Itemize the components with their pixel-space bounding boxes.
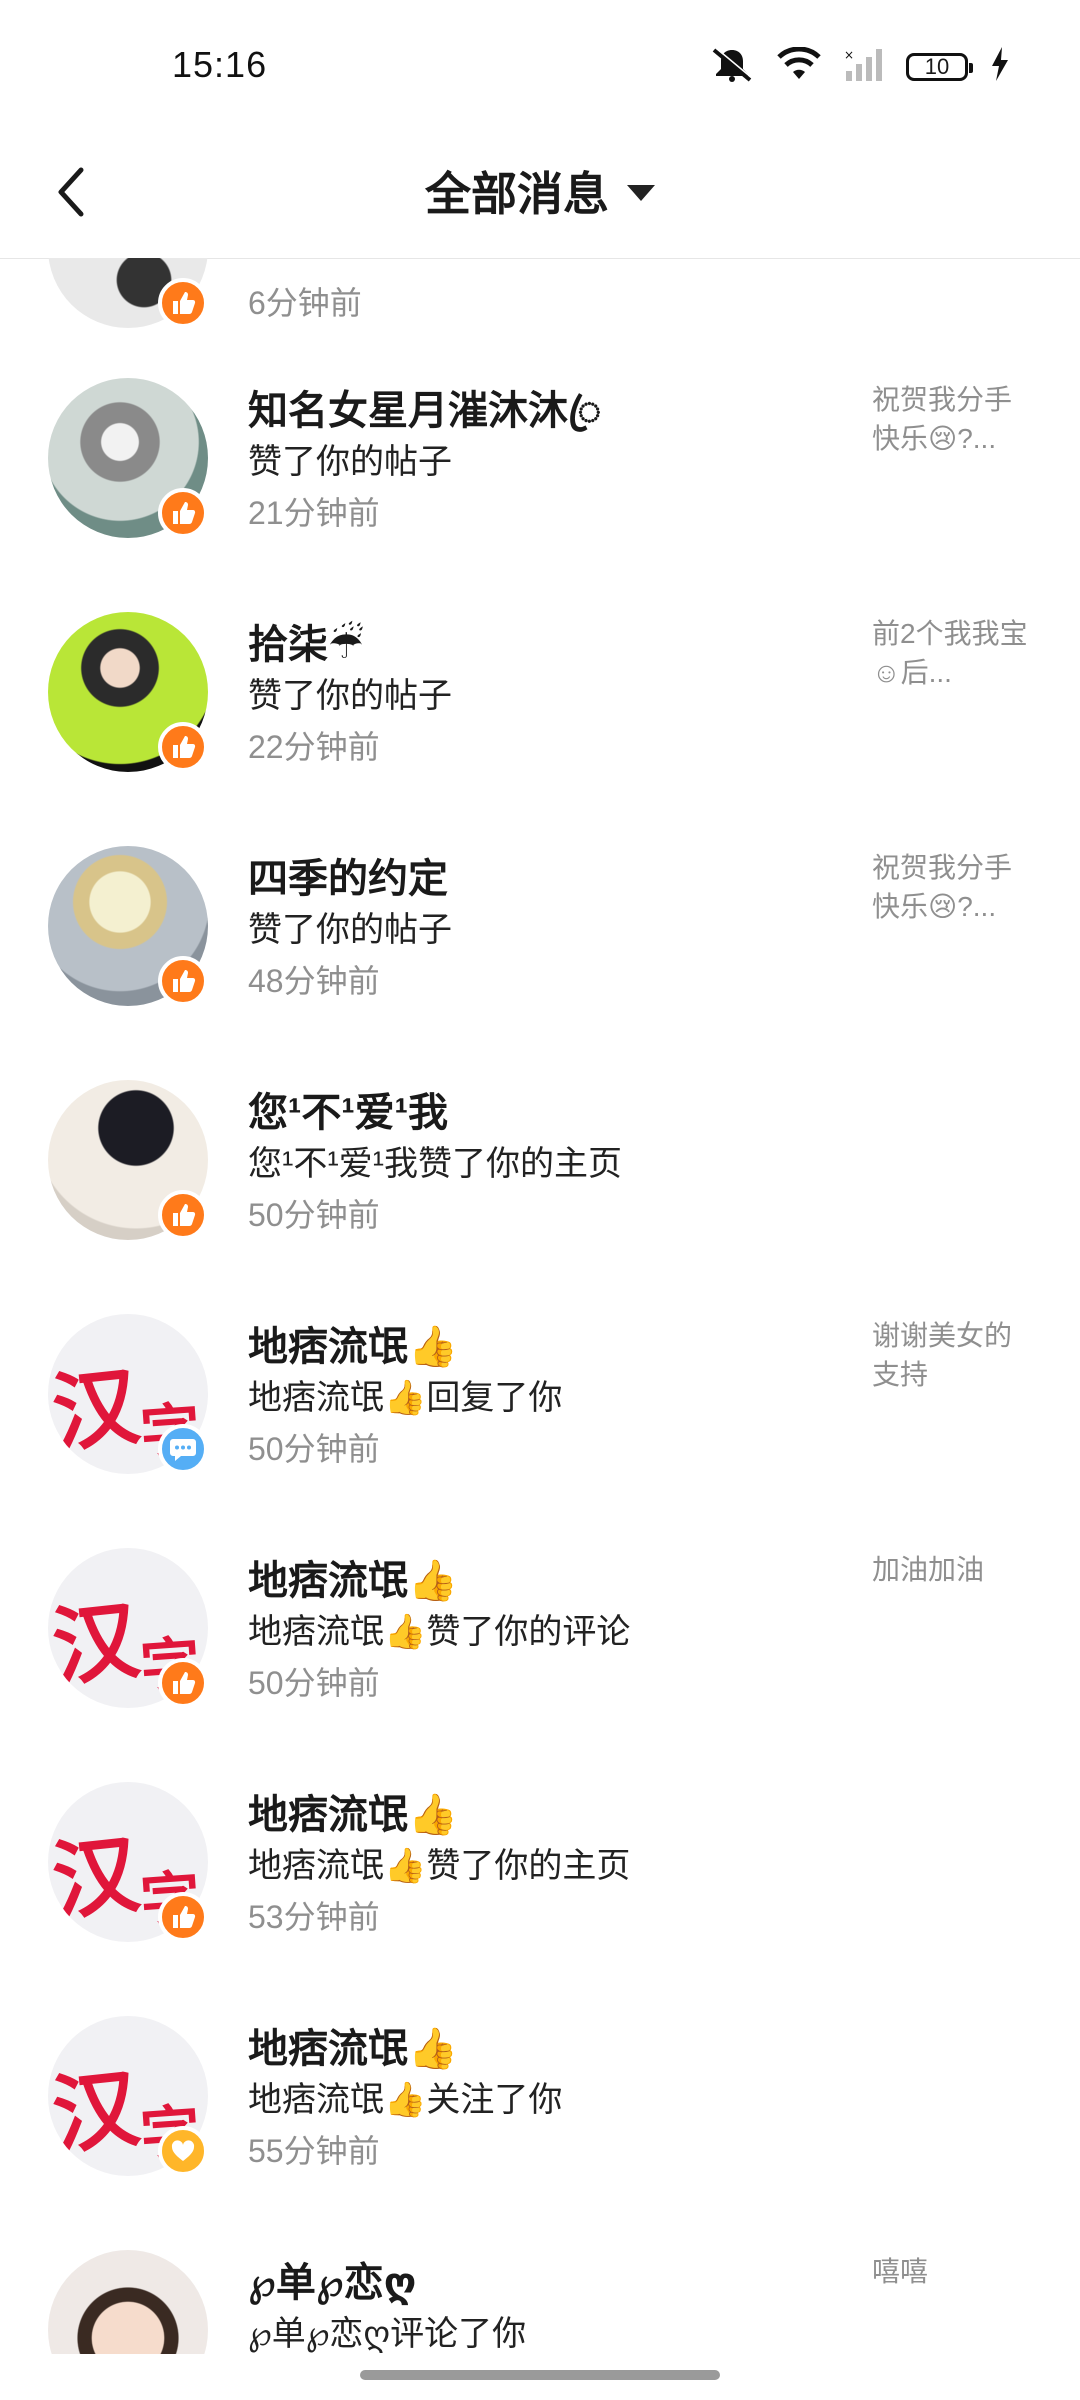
sender-name: 四季的约定: [248, 857, 448, 901]
header-bar: 全部消息: [0, 130, 1080, 259]
message-time: 48分钟前: [248, 963, 380, 999]
message-preview: 祝贺我分手快乐😢?...: [872, 852, 1013, 922]
message-item[interactable]: ℘单℘恋ღ ℘单℘恋ღ评论了你 嘻嘻: [0, 2250, 1080, 2354]
avatar-hanzi: 汉: [48, 1355, 144, 1466]
message-action: ℘单℘恋ღ评论了你: [248, 2315, 527, 2353]
status-icons: × 10: [710, 46, 1010, 87]
sender-name: 您¹不¹爱¹我: [248, 1091, 448, 1135]
message-preview: 谢谢美女的支持: [872, 1320, 1013, 1390]
wifi-icon: [776, 46, 822, 86]
like-badge-icon: [158, 1190, 208, 1240]
message-filter-dropdown[interactable]: 全部消息: [0, 158, 1080, 224]
avatar-hanzi: 汉: [48, 1589, 144, 1700]
sender-name: 地痞流氓👍: [248, 1559, 458, 1603]
sender-name: 地痞流氓👍: [248, 2027, 458, 2071]
message-action: 地痞流氓👍关注了你: [248, 2081, 563, 2119]
message-action: 地痞流氓👍赞了你的评论: [248, 1613, 631, 1651]
message-item[interactable]: 您¹不¹爱¹我 您¹不¹爱¹我赞了你的主页 50分钟前: [0, 1080, 1080, 1314]
message-action: 您¹不¹爱¹我赞了你的主页: [248, 1145, 622, 1183]
status-bar: 15:16 × 10: [0, 0, 1080, 130]
message-item[interactable]: 汉 字 地痞流氓👍 地痞流氓👍关注了你 55分钟前: [0, 2016, 1080, 2250]
svg-text:×: ×: [844, 48, 854, 62]
message-preview: 加油加油: [872, 1554, 985, 1585]
like-badge-icon: [158, 1658, 208, 1708]
message-action: 地痞流氓👍回复了你: [248, 1379, 563, 1417]
caret-down-icon: [627, 185, 655, 201]
message-time: 50分钟前: [248, 1197, 380, 1233]
avatar[interactable]: [48, 2250, 208, 2354]
signal-icon: ×: [844, 47, 884, 86]
status-time: 15:16: [172, 44, 268, 85]
message-item[interactable]: 拾柒☔ 赞了你的帖子 22分钟前 前2个我我宝☺后...: [0, 612, 1080, 846]
mute-icon: [710, 46, 754, 87]
battery-level: 10: [924, 53, 950, 79]
message-preview: 前2个我我宝☺后...: [872, 618, 1028, 688]
like-badge-icon: [158, 278, 208, 328]
message-item[interactable]: 汉 字 地痞流氓👍 地痞流氓👍赞了你的主页 53分钟前: [0, 1782, 1080, 2016]
message-time: 21分钟前: [248, 495, 380, 531]
message-action: 地痞流氓👍赞了你的主页: [248, 1847, 631, 1885]
like-badge-icon: [158, 956, 208, 1006]
message-time: 50分钟前: [248, 1431, 380, 1467]
battery-icon: 10: [906, 52, 973, 81]
like-badge-icon: [158, 1892, 208, 1942]
charging-icon: [990, 47, 1010, 86]
home-indicator[interactable]: [360, 2370, 720, 2380]
heart-badge-icon: [158, 2126, 208, 2176]
message-item[interactable]: 汉 字 地痞流氓👍 地痞流氓👍回复了你 50分钟前 谢谢美女的支持: [0, 1314, 1080, 1548]
message-time: 50分钟前: [248, 1665, 380, 1701]
like-badge-icon: [158, 488, 208, 538]
page-title: 全部消息: [425, 168, 609, 220]
sender-name: 拾柒☔: [248, 623, 364, 667]
message-time: 55分钟前: [248, 2133, 380, 2169]
message-time: 6分钟前: [248, 285, 362, 321]
sender-name: ℘单℘恋ღ: [248, 2261, 417, 2305]
comment-badge-icon: [158, 1424, 208, 1474]
message-action: 赞了你的帖子: [248, 677, 452, 715]
avatar-hanzi: 汉: [48, 2057, 144, 2168]
message-item[interactable]: 知名女星月漼沐沐ꦿ 赞了你的帖子 21分钟前 祝贺我分手快乐😢?...: [0, 378, 1080, 612]
sender-name: 地痞流氓👍: [248, 1325, 458, 1369]
message-action: 赞了你的帖子: [248, 911, 452, 949]
message-time: 53分钟前: [248, 1899, 380, 1935]
avatar-hanzi: 汉: [48, 1823, 144, 1934]
message-item[interactable]: 四季的约定 赞了你的帖子 48分钟前 祝贺我分手快乐😢?...: [0, 846, 1080, 1080]
message-action: 赞了你的帖子: [248, 443, 452, 481]
message-item[interactable]: 汉 字 地痞流氓👍 地痞流氓👍赞了你的评论 50分钟前 加油加油: [0, 1548, 1080, 1782]
like-badge-icon: [158, 722, 208, 772]
message-list[interactable]: 6分钟前 知名女星月漼沐沐ꦿ 赞了你的帖子 21分钟前 祝贺我分手快乐😢?...…: [0, 258, 1080, 2354]
message-preview: 祝贺我分手快乐😢?...: [872, 384, 1013, 454]
message-preview: 嘻嘻: [872, 2256, 929, 2287]
message-time: 22分钟前: [248, 729, 380, 765]
sender-name: 地痞流氓👍: [248, 1793, 458, 1837]
